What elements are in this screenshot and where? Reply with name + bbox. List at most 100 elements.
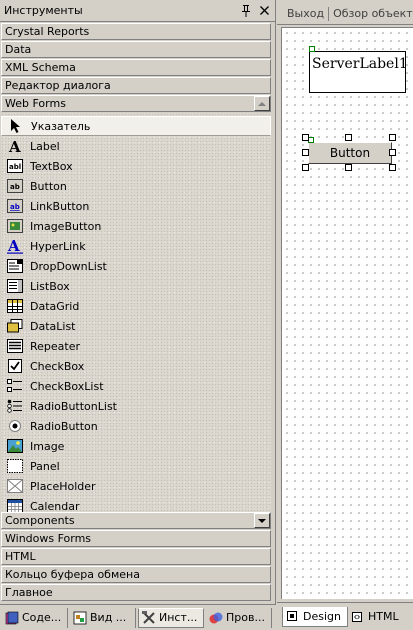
tool-item-imagebutton[interactable]: ImageButton: [1, 216, 271, 236]
tool-label: RadioButton: [30, 419, 98, 433]
resize-handle-e[interactable]: [389, 149, 396, 156]
tool-label: DropDownList: [30, 259, 107, 273]
scroll-up-button[interactable]: [254, 96, 270, 111]
resize-handle-n[interactable]: [345, 134, 352, 141]
group-dialog-editor[interactable]: Редактор диалога: [1, 77, 271, 94]
design-view-icon: [287, 611, 297, 621]
tool-item-checkbox[interactable]: CheckBox: [1, 356, 271, 376]
resize-handle-s[interactable]: [345, 164, 352, 171]
svg-text:A: A: [7, 238, 20, 254]
close-icon[interactable]: [257, 4, 271, 18]
imagebutton-icon: [7, 218, 23, 234]
tool-item-datagrid[interactable]: DataGrid: [1, 296, 271, 316]
tool-item-button[interactable]: ab Button: [1, 176, 271, 196]
tool-item-radiobuttonlist[interactable]: RadioButtonList: [1, 396, 271, 416]
svg-text:A: A: [8, 138, 21, 154]
explorer-icon: [209, 612, 223, 623]
tool-label: DataList: [30, 319, 76, 333]
placeholder-icon: [7, 478, 23, 494]
svg-text:ab: ab: [10, 203, 20, 211]
tool-item-placeholder[interactable]: PlaceHolder: [1, 476, 271, 496]
tab-label: Соде...: [22, 611, 62, 624]
button-control[interactable]: Button: [308, 142, 392, 164]
hyperlink-icon: A: [7, 238, 23, 254]
group-components[interactable]: Components: [1, 512, 271, 529]
tool-item-dropdownlist[interactable]: DropDownList: [1, 256, 271, 276]
svg-text:ab: ab: [10, 183, 20, 191]
scroll-down-icon: [258, 518, 266, 523]
resize-handle-nw[interactable]: [302, 134, 309, 141]
group-label: HTML: [5, 550, 36, 563]
listbox-icon: [7, 278, 23, 294]
tool-item-hyperlink[interactable]: A HyperLink: [1, 236, 271, 256]
resize-handle-w[interactable]: [302, 149, 309, 156]
server-label-text: ServerLabel1: [312, 56, 406, 72]
pin-icon[interactable]: [239, 4, 253, 18]
tab-explorer[interactable]: Пров...: [206, 607, 272, 628]
tool-item-calendar[interactable]: Calendar: [1, 496, 271, 513]
close-glyph: [259, 6, 269, 15]
datalist-icon: [7, 318, 23, 334]
tab-output[interactable]: Выход: [283, 6, 330, 21]
tool-item-listbox[interactable]: ListBox: [1, 276, 271, 296]
server-label-control[interactable]: ServerLabel1: [309, 51, 406, 93]
tool-item-repeater[interactable]: Repeater: [1, 336, 271, 356]
tool-item-linkbutton[interactable]: ab LinkButton: [1, 196, 271, 216]
tool-label: LinkButton: [30, 199, 90, 213]
resize-handle-se[interactable]: [389, 164, 396, 171]
panel-icon: [7, 458, 23, 474]
tool-item-radiobutton[interactable]: RadioButton: [1, 416, 271, 436]
group-xml-schema[interactable]: XML Schema: [1, 59, 271, 76]
toolbox-icon: [142, 610, 155, 624]
tool-item-textbox[interactable]: abl TextBox: [1, 156, 271, 176]
tool-label: CheckBoxList: [30, 379, 104, 393]
tool-item-label[interactable]: A Label: [1, 136, 271, 156]
svg-text:abl: abl: [9, 163, 21, 171]
button-icon: ab: [7, 178, 23, 194]
group-windows-forms[interactable]: Windows Forms: [1, 530, 271, 547]
tab-design-view[interactable]: Design: [282, 606, 348, 627]
tool-item-checkboxlist[interactable]: CheckBoxList: [1, 376, 271, 396]
group-clipboard-ring[interactable]: Кольцо буфера обмена: [1, 566, 271, 583]
designer-panel: Выход Обзор объекта: [277, 0, 413, 630]
radiobutton-icon: [7, 418, 23, 434]
tab-label: Инст...: [159, 611, 198, 624]
group-label: Windows Forms: [5, 532, 92, 545]
tab-object-browser[interactable]: Обзор объекта: [329, 7, 413, 21]
group-general[interactable]: Главное: [1, 584, 271, 601]
scroll-down-button[interactable]: [254, 513, 270, 528]
group-data[interactable]: Data: [1, 41, 271, 58]
tool-label: CheckBox: [30, 359, 85, 373]
resize-handle-ne[interactable]: [389, 134, 396, 141]
resize-handle-sw[interactable]: [302, 164, 309, 171]
group-html[interactable]: HTML: [1, 548, 271, 565]
group-crystal-reports[interactable]: Crystal Reports: [1, 23, 271, 40]
tool-label: Repeater: [30, 339, 81, 353]
group-label: Редактор диалога: [5, 79, 111, 92]
group-label: XML Schema: [5, 61, 76, 74]
repeater-icon: [7, 338, 23, 354]
group-label: Components: [5, 514, 75, 527]
design-surface[interactable]: [281, 27, 413, 599]
tool-label: Указатель: [31, 119, 91, 133]
tool-label: TextBox: [30, 159, 73, 173]
tab-contents[interactable]: Соде...: [2, 607, 68, 628]
tool-item-panel[interactable]: Panel: [1, 456, 271, 476]
tool-item-datalist[interactable]: DataList: [1, 316, 271, 336]
tool-label: PlaceHolder: [30, 479, 96, 493]
tool-label: Calendar: [30, 499, 80, 513]
tab-toolbox[interactable]: Инст...: [138, 607, 204, 628]
checkboxlist-icon: [7, 378, 23, 394]
group-label: Crystal Reports: [5, 25, 90, 38]
radiobuttonlist-icon: [7, 398, 23, 414]
tab-label: HTML: [367, 610, 399, 623]
scroll-up-icon: [258, 101, 266, 106]
group-web-forms[interactable]: Web Forms: [1, 95, 271, 112]
document-tab-strip: Выход Обзор объекта: [277, 3, 413, 25]
tab-html-view[interactable]: HTML: [348, 607, 405, 627]
tool-item-pointer[interactable]: Указатель: [1, 116, 271, 136]
tool-item-image[interactable]: Image: [1, 436, 271, 456]
tool-label: Image: [30, 439, 65, 453]
web-forms-item-list: Указатель A Label abl TextBox ab Button …: [1, 113, 271, 513]
tab-class-view[interactable]: Вид ...: [70, 607, 136, 628]
